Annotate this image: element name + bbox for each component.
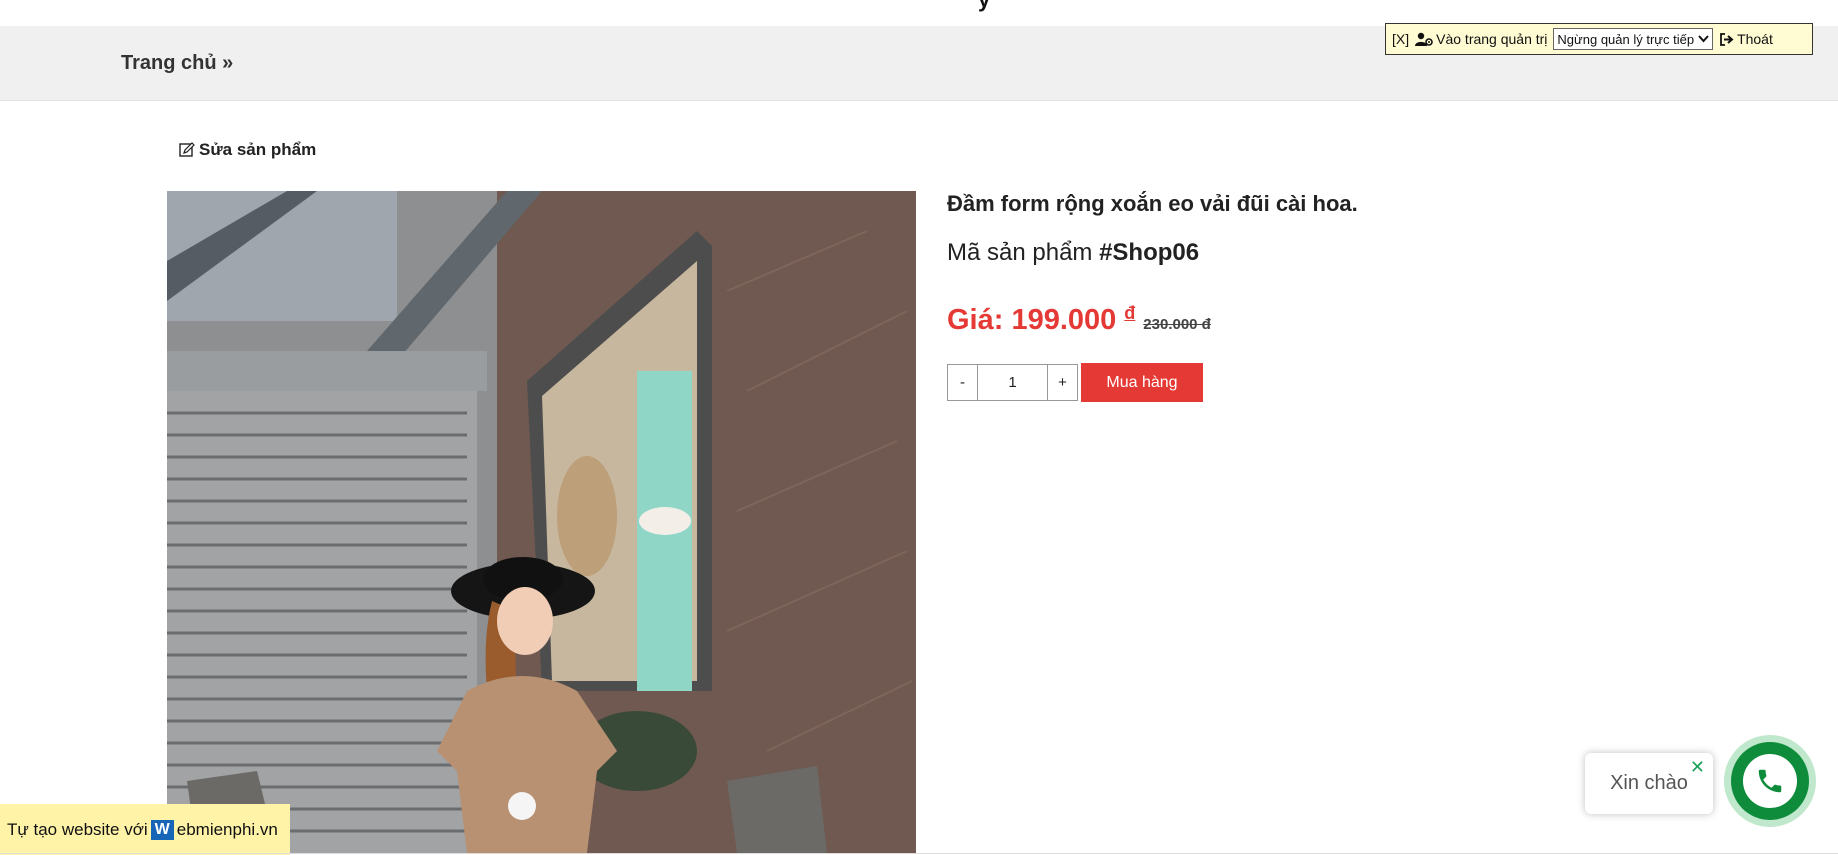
edit-product-label: Sửa sản phẩm xyxy=(199,140,317,159)
buy-button[interactable]: Mua hàng xyxy=(1081,363,1203,402)
breadcrumb-home[interactable]: Trang chủ » xyxy=(121,52,233,75)
call-button-ring xyxy=(1731,742,1809,820)
price-currency: đ xyxy=(1124,303,1136,323)
product-photo xyxy=(167,191,916,853)
chat-greeting-bubble[interactable]: Xin chào ✕ xyxy=(1585,753,1713,814)
admin-panel-label: Vào trang quản trị xyxy=(1436,31,1548,47)
call-button[interactable] xyxy=(1724,735,1816,827)
admin-panel-link[interactable]: Vào trang quản trị xyxy=(1415,31,1547,47)
builder-badge[interactable]: Tự tạo website với W ebmienphi.vn xyxy=(0,804,290,855)
chat-greeting: Xin chào xyxy=(1610,772,1688,794)
admin-mode-select[interactable]: Ngừng quản lý trực tiếp xyxy=(1553,28,1714,50)
product-sku: Mã sản phẩm #Shop06 xyxy=(947,239,1199,267)
logout-link[interactable]: Thoát xyxy=(1719,31,1773,47)
sku-value: #Shop06 xyxy=(1099,239,1200,266)
edit-icon xyxy=(179,142,195,157)
close-icon[interactable]: ✕ xyxy=(1690,757,1705,778)
admin-mode-value: Ngừng quản lý trực tiếp xyxy=(1557,31,1695,47)
product-price: Giá: 199.000 xyxy=(947,304,1117,336)
builder-logo: W xyxy=(150,819,174,840)
builder-site: ebmienphi.vn xyxy=(176,819,278,839)
qty-plus-button[interactable]: + xyxy=(1047,364,1078,401)
qty-input[interactable]: 1 xyxy=(978,364,1047,401)
sign-out-icon xyxy=(1720,32,1734,46)
product-title: Đầm form rộng xoắn eo vải đũi cài hoa. xyxy=(947,191,1358,216)
chevron-down-icon xyxy=(1698,35,1709,43)
builder-badge-prefix: Tự tạo website với xyxy=(7,819,148,839)
call-button-core xyxy=(1743,754,1797,808)
user-gear-icon xyxy=(1415,32,1433,46)
admin-close-button[interactable]: [X] xyxy=(1392,31,1409,47)
admin-toolbar: [X] Vào trang quản trị Ngừng quản lý trự… xyxy=(1385,23,1813,55)
quantity-stepper: - 1 + Mua hàng xyxy=(947,363,1203,402)
site-title-fragment: y xyxy=(978,0,990,11)
edit-product-link[interactable]: Sửa sản phẩm xyxy=(179,140,316,160)
price-row: Giá: 199.000 đ 230.000 đ xyxy=(947,303,1211,337)
logout-label: Thoát xyxy=(1737,31,1773,47)
bottom-divider xyxy=(0,853,1838,854)
phone-icon xyxy=(1758,769,1782,793)
qty-minus-button[interactable]: - xyxy=(947,364,978,401)
sku-label: Mã sản phẩm xyxy=(947,239,1093,266)
old-price: 230.000 đ xyxy=(1143,316,1211,333)
product-image[interactable] xyxy=(167,191,916,853)
